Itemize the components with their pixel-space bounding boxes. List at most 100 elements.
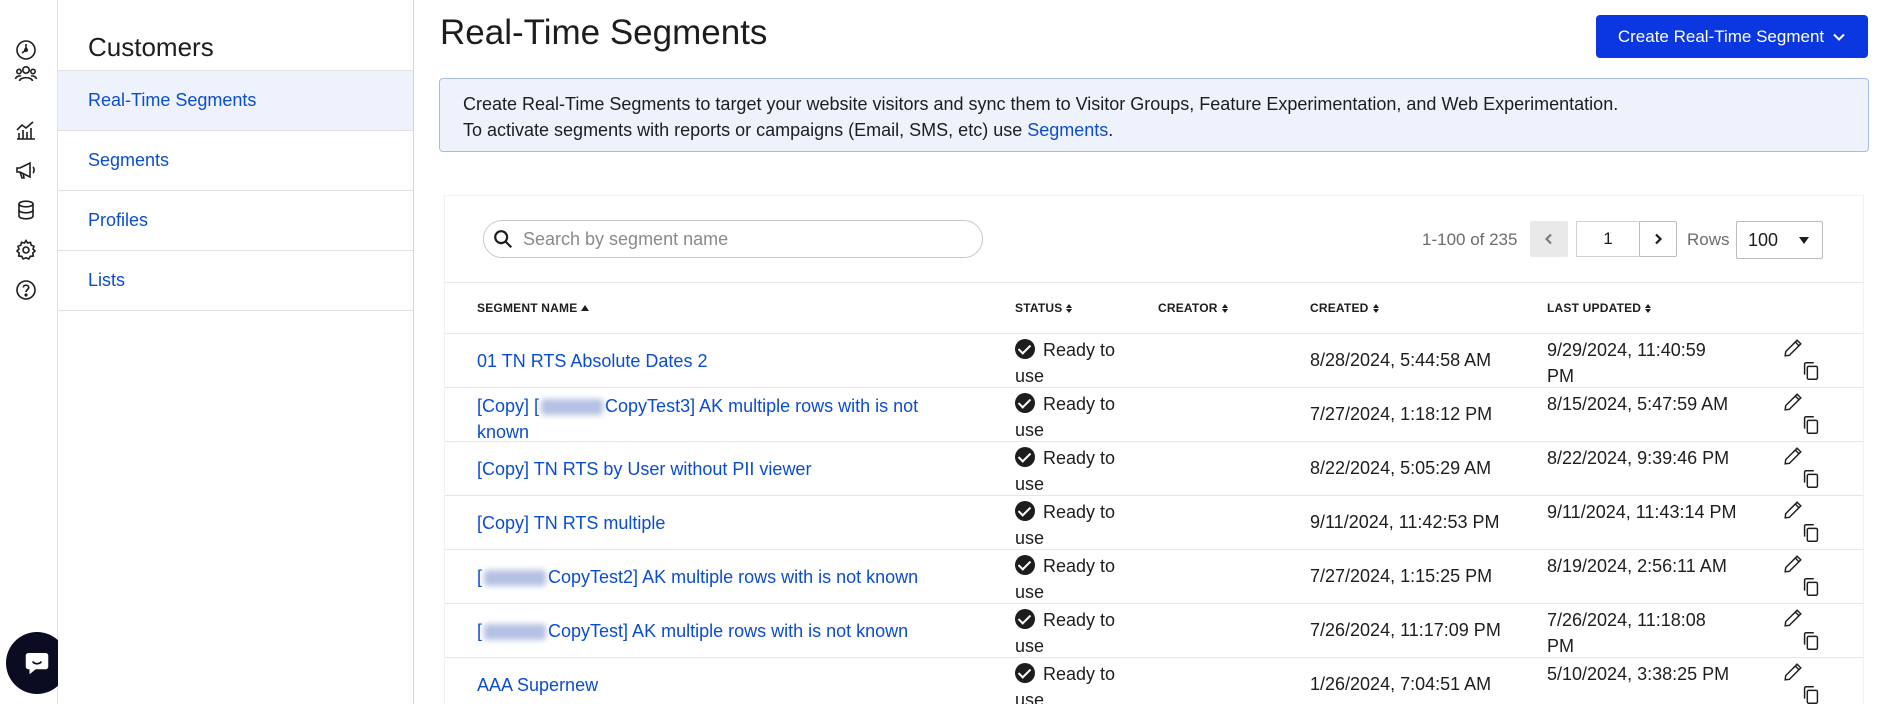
created-cell: 8/28/2024, 5:44:58 AM (1310, 350, 1492, 370)
sidebar-item-real-time-segments[interactable]: Real-Time Segments (58, 71, 413, 131)
column-header-label: STATUS (1015, 301, 1063, 315)
segment-name-start: [ (477, 567, 483, 587)
info-line-1: Create Real-Time Segments to target your… (463, 94, 1619, 114)
created-cell: 8/22/2024, 5:05:29 AM (1310, 458, 1492, 478)
create-real-time-segment-button[interactable]: Create Real-Time Segment (1596, 15, 1868, 58)
copy-icon[interactable] (1800, 684, 1822, 704)
sidebar-item-segments[interactable]: Segments (58, 131, 413, 191)
check-circle-icon (1015, 609, 1035, 629)
table-row: [Copy] [CopyTest3] AK multiple rows with… (445, 388, 1863, 442)
sort-ascending-icon (581, 305, 590, 311)
page-number-input[interactable]: 1 (1576, 221, 1640, 257)
segment-name-link[interactable]: [Copy] [CopyTest3] AK multiple rows with… (477, 393, 947, 445)
table-row: 01 TN RTS Absolute Dates 2 Ready to use … (445, 334, 1863, 388)
sort-icon (1372, 303, 1379, 313)
edit-icon[interactable] (1782, 391, 1804, 413)
table-row: [ CopyTest2] AK multiple rows with is not… (445, 550, 1863, 604)
sort-icon (1645, 303, 1652, 313)
last-updated-cell: 5/10/2024, 3:38:25 PM (1547, 664, 1730, 684)
copy-icon[interactable] (1800, 468, 1822, 490)
main-content: Real-Time Segments Create Real-Time Segm… (414, 0, 1883, 704)
edit-icon[interactable] (1782, 445, 1804, 467)
sidebar-title: Customers (88, 32, 214, 62)
info-line-2-suffix: . (1108, 120, 1114, 140)
sidebar-item-lists[interactable]: Lists (58, 251, 413, 311)
edit-icon[interactable] (1782, 499, 1804, 521)
check-circle-icon (1015, 555, 1035, 575)
previous-page-button[interactable] (1530, 221, 1568, 257)
sidebar: Customers Real-Time Segments Segments Pr… (58, 0, 414, 704)
segment-name-end: CopyTest2] AK multiple rows with is not … (548, 567, 919, 587)
settings-icon[interactable] (13, 237, 39, 263)
copy-icon[interactable] (1800, 630, 1822, 652)
segment-name-text: [Copy] TN RTS by User without PII viewer (477, 459, 812, 479)
copy-icon[interactable] (1800, 522, 1822, 544)
dashboard-icon[interactable] (13, 37, 39, 63)
sort-icon (1066, 303, 1073, 313)
chevron-left-icon (1544, 233, 1552, 245)
customers-icon[interactable] (13, 61, 39, 87)
check-circle-icon (1015, 393, 1035, 413)
sort-icon (1221, 303, 1228, 313)
segment-name-link[interactable]: [Copy] TN RTS multiple (477, 501, 947, 545)
last-updated-cell: 9/29/2024, 11:40:59 PM (1547, 340, 1706, 386)
created-cell: 1/26/2024, 7:04:51 AM (1310, 674, 1492, 694)
info-line-2: To activate segments with reports or cam… (463, 117, 1845, 143)
create-button-label: Create Real-Time Segment (1617, 26, 1825, 46)
status-cell: Ready to use (1015, 445, 1135, 497)
segments-link[interactable]: Segments (1027, 120, 1108, 140)
copy-icon[interactable] (1800, 414, 1822, 436)
edit-icon[interactable] (1782, 553, 1804, 575)
segment-name-end: CopyTest] AK multiple rows with is not k… (548, 621, 909, 641)
status-cell: Ready to use (1015, 337, 1135, 389)
copy-icon[interactable] (1800, 576, 1822, 598)
column-header-created[interactable]: CREATED (1310, 301, 1379, 315)
column-header-label: SEGMENT NAME (477, 301, 578, 315)
column-header-status[interactable]: STATUS (1015, 301, 1073, 315)
copy-icon[interactable] (1800, 360, 1822, 382)
chevron-right-icon (1655, 233, 1663, 245)
sidebar-item-profiles[interactable]: Profiles (58, 191, 413, 251)
next-page-button[interactable] (1639, 221, 1677, 257)
table-row: [Copy] TN RTS multiple Ready to use 9/11… (445, 496, 1863, 550)
edit-icon[interactable] (1782, 337, 1804, 359)
segment-name-text: 01 TN RTS Absolute Dates 2 (477, 351, 708, 371)
created-cell: 7/27/2024, 1:18:12 PM (1310, 404, 1493, 424)
last-updated-cell: 8/22/2024, 9:39:46 PM (1547, 448, 1730, 468)
last-updated-cell: 8/15/2024, 5:47:59 AM (1547, 394, 1729, 414)
column-header-segment-name[interactable]: SEGMENT NAME (477, 301, 590, 315)
status-cell: Ready to use (1015, 391, 1135, 443)
caret-down-icon (1799, 237, 1809, 244)
campaigns-icon[interactable] (13, 157, 39, 183)
table-row: [Copy] TN RTS by User without PII viewer… (445, 442, 1863, 496)
column-header-label: LAST UPDATED (1547, 301, 1642, 315)
redacted-text (541, 399, 604, 416)
segment-name-link[interactable]: [Copy] TN RTS by User without PII viewer (477, 447, 947, 491)
segment-name-link[interactable]: [ CopyTest2] AK multiple rows with is not… (477, 555, 947, 599)
segment-name-link[interactable]: AAA Supernew (477, 663, 947, 704)
sidebar-nav: Real-Time Segments Segments Profiles Lis… (58, 70, 413, 311)
check-circle-icon (1015, 663, 1035, 683)
pagination-range: 1-100 of 235 (1422, 230, 1518, 249)
created-cell: 9/11/2024, 11:42:53 PM (1310, 512, 1500, 532)
segment-name-text: AAA Supernew (477, 675, 599, 695)
chevron-down-icon (1833, 33, 1845, 41)
info-banner: Create Real-Time Segments to target your… (439, 78, 1869, 152)
column-header-creator[interactable]: CREATOR (1158, 301, 1228, 315)
rows-label: Rows (1687, 230, 1730, 249)
edit-icon[interactable] (1782, 607, 1804, 629)
segment-name-link[interactable]: 01 TN RTS Absolute Dates 2 (477, 339, 947, 383)
check-circle-icon (1015, 447, 1035, 467)
segment-name-link[interactable]: [CopyTest] AK multiple rows with is not … (477, 609, 947, 653)
column-header-last-updated[interactable]: LAST UPDATED (1547, 301, 1652, 315)
column-header-label: CREATED (1310, 301, 1369, 315)
help-icon[interactable] (13, 277, 39, 303)
last-updated-cell: 7/26/2024, 11:18:08 PM (1547, 610, 1706, 656)
analytics-icon[interactable] (13, 117, 39, 143)
edit-icon[interactable] (1782, 661, 1804, 683)
chat-icon (25, 653, 49, 675)
segment-name-text: [Copy] TN RTS multiple (477, 513, 666, 533)
data-icon[interactable] (13, 197, 39, 223)
status-cell: Ready to use (1015, 607, 1135, 659)
rows-per-page-select[interactable]: 100 (1736, 221, 1823, 259)
